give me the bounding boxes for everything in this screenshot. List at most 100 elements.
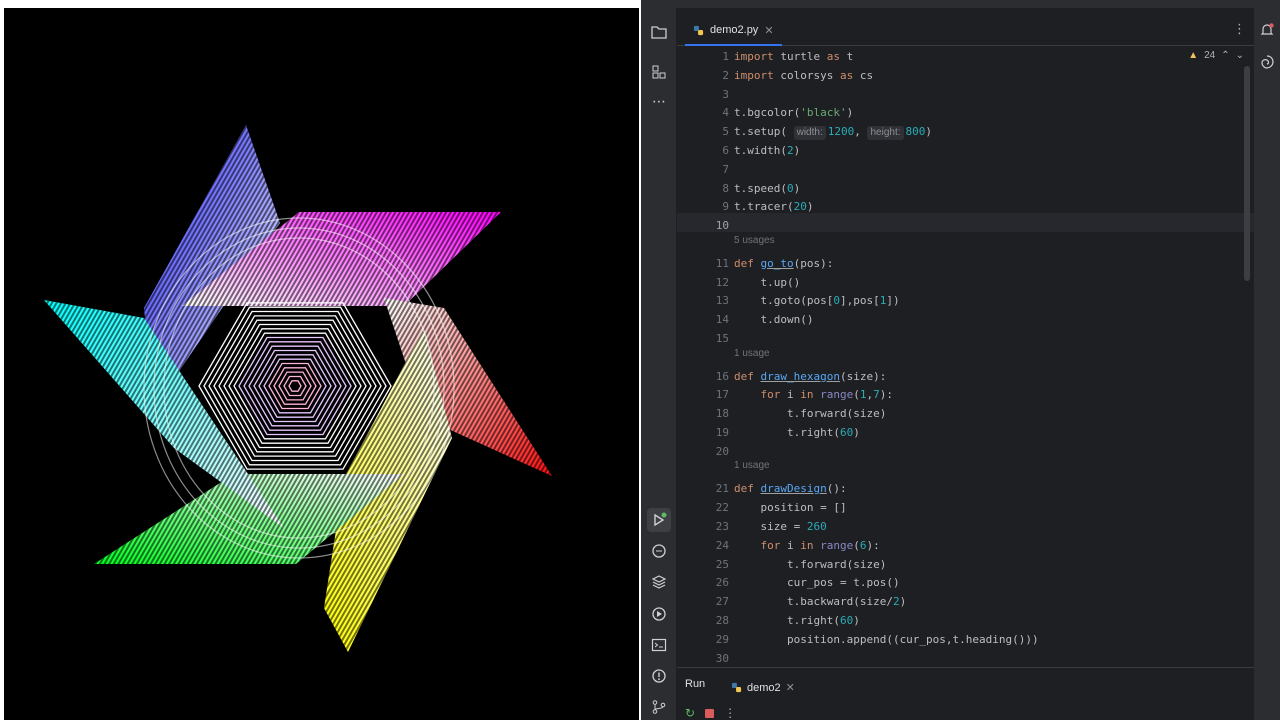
run-toolbar: ↻ ⋮ [685, 706, 736, 720]
structure-icon[interactable] [647, 60, 671, 84]
line-number: 23 [715, 520, 729, 533]
run-panel: Run demo2 ✕ ↻ ⋮ [677, 667, 1254, 720]
inspection-widget[interactable]: ▲ 24 ⌃ ⌄ [1188, 50, 1244, 61]
warning-count: 24 [1204, 50, 1216, 61]
usage-hint-go-to[interactable]: 5 usages [734, 234, 775, 248]
line-number: 13 [715, 294, 729, 308]
hexagon-ring [273, 367, 317, 405]
line-number: 6 [722, 144, 729, 157]
hexagon-ring [258, 354, 332, 418]
line-number: 26 [715, 576, 729, 590]
line-number: 24 [715, 538, 729, 552]
services-icon[interactable] [647, 602, 671, 626]
line-number: 11 [715, 256, 729, 270]
code-line[interactable]: cur_pos = t.pos() [734, 574, 900, 592]
code-line[interactable]: t.right(60) [734, 612, 860, 630]
ai-assistant-icon[interactable] [1255, 50, 1279, 74]
code-line[interactable]: def drawDesign(): [734, 480, 847, 498]
line-number: 19 [715, 426, 729, 439]
code-line[interactable]: import colorsys as cs [734, 67, 873, 85]
terminal-icon[interactable] [647, 633, 671, 657]
more-tools-icon[interactable]: ⋯ [647, 90, 671, 114]
close-icon[interactable]: ✕ [764, 24, 773, 37]
usage-hint-draw-design[interactable]: 1 usage [734, 459, 770, 473]
close-icon[interactable]: ✕ [786, 681, 795, 694]
code-line[interactable]: for i in range(6): [734, 537, 880, 555]
chevron-down-icon[interactable]: ⌄ [1236, 50, 1244, 61]
stop-icon[interactable] [705, 708, 715, 718]
chevron-up-icon[interactable]: ⌃ [1221, 50, 1229, 61]
more-options-icon[interactable]: ⋮ [724, 706, 736, 720]
line-number: 10 [715, 219, 729, 233]
code-line[interactable]: t.forward(size) [734, 556, 886, 574]
run-panel-title[interactable]: Run [685, 678, 705, 690]
more-options-icon[interactable]: ⋮ [1233, 22, 1246, 37]
line-number: 3 [722, 87, 729, 101]
tab-label: demo2.py [710, 24, 759, 36]
ide-window: ⋯ demo2.py ✕ ⋮ 1 2 3 4 5 6 7 8 9 10 11 1… [641, 0, 1280, 720]
line-number: 21 [715, 482, 729, 496]
code-line[interactable]: t.tracer(20) [734, 198, 813, 216]
code-line[interactable]: position.append((cur_pos,t.heading())) [734, 631, 1039, 649]
code-line[interactable]: t.backward(size/2) [734, 593, 906, 611]
line-number: 5 [722, 125, 729, 139]
code-line[interactable]: size = 260 [734, 518, 826, 536]
code-line[interactable]: t.right(60) [734, 424, 860, 442]
rerun-icon[interactable]: ↻ [685, 706, 695, 720]
run-icon[interactable] [647, 508, 671, 532]
code-line[interactable]: t.speed(0) [734, 180, 800, 198]
hexagon-ring [288, 380, 302, 392]
line-number: 18 [715, 407, 729, 421]
usage-hint-draw-hexagon[interactable]: 1 usage [734, 347, 770, 361]
warning-icon: ▲ [1188, 50, 1199, 61]
line-number: 27 [715, 595, 729, 609]
hexagon-ring [223, 323, 367, 449]
hexagon-ring [238, 336, 352, 436]
code-line[interactable]: t.down() [734, 311, 813, 329]
line-number: 9 [722, 200, 729, 214]
left-tool-strip: ⋯ [641, 8, 677, 720]
editor-scrollbar[interactable] [1244, 66, 1250, 281]
code-line[interactable]: t.up() [734, 274, 800, 292]
hexagon-ring [233, 332, 357, 440]
problems-icon[interactable] [647, 664, 671, 688]
code-line[interactable]: def draw_hexagon(size): [734, 368, 886, 386]
code-line[interactable]: t.goto(pos[0],pos[1]) [734, 292, 899, 310]
version-control-icon[interactable] [647, 695, 671, 719]
code-line[interactable]: t.forward(size) [734, 405, 886, 423]
hexagon-ring [268, 362, 322, 410]
hexagon-ring [218, 319, 372, 453]
right-tool-strip [1254, 8, 1280, 720]
turtle-canvas [4, 8, 639, 720]
line-number: 7 [722, 162, 729, 176]
line-number: 28 [715, 614, 729, 627]
title-bar [641, 0, 1280, 8]
tab-demo2-py[interactable]: demo2.py ✕ [685, 16, 782, 46]
hexagon-ring [248, 345, 342, 427]
code-line[interactable]: t.width(2) [734, 142, 800, 160]
notifications-icon[interactable] [1255, 18, 1279, 42]
python-file-icon [693, 21, 704, 40]
code-editor[interactable]: 1 2 3 4 5 6 7 8 9 10 11 12 13 14 15 16 17 18 19 20 21 22 23 24 2… [677, 46, 1254, 667]
line-number: 8 [722, 181, 729, 195]
turtle-graphics-window [0, 0, 641, 720]
python-packages-icon[interactable] [647, 570, 671, 594]
code-line[interactable]: position = [] [734, 499, 846, 517]
turtle-drawing [44, 125, 552, 652]
code-line[interactable]: for i in range(1,7): [734, 386, 894, 404]
line-number: 29 [715, 632, 729, 646]
line-number: 14 [715, 313, 729, 327]
run-tab-demo2[interactable]: demo2 ✕ [725, 676, 801, 699]
line-number: 15 [715, 332, 729, 345]
python-file-icon [731, 678, 742, 697]
code-line[interactable]: t.setup( width: 1200, height: 800) [734, 123, 932, 141]
code-line[interactable]: import turtle as t [734, 48, 853, 66]
project-folder-icon[interactable] [647, 20, 671, 44]
line-number: 25 [715, 557, 729, 571]
line-number: 22 [715, 501, 729, 515]
python-console-icon[interactable] [647, 539, 671, 563]
line-number: 2 [722, 68, 729, 82]
code-line[interactable]: def go_to(pos): [734, 255, 833, 273]
line-number: 20 [715, 444, 729, 458]
code-line[interactable]: t.bgcolor('black') [734, 104, 853, 122]
